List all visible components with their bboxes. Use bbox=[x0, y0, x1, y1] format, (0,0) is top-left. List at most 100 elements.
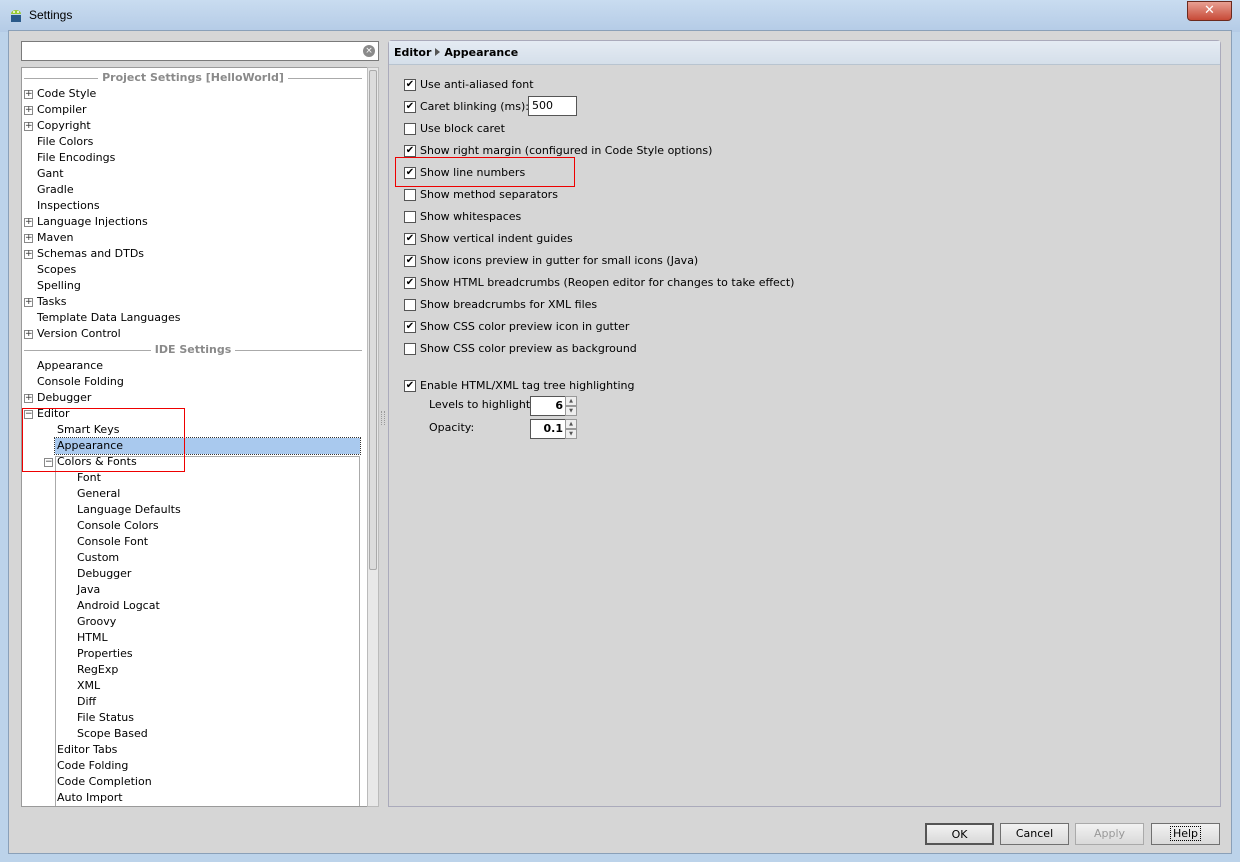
apply-button[interactable]: Apply bbox=[1075, 823, 1144, 845]
tree-scrollbar[interactable] bbox=[367, 67, 379, 807]
tree-item[interactable]: Scopes bbox=[35, 262, 320, 278]
tree-item-label: Editor Tabs bbox=[57, 743, 118, 756]
cancel-button[interactable]: Cancel bbox=[1000, 823, 1069, 845]
opacity-spinner[interactable]: ▲ ▼ bbox=[565, 419, 577, 439]
tree-item-label: Auto Import bbox=[57, 791, 123, 804]
spin-up-icon[interactable]: ▲ bbox=[565, 419, 577, 429]
tree-item[interactable]: HTML bbox=[75, 630, 320, 646]
tree-item[interactable]: Appearance bbox=[35, 358, 320, 374]
option-label: Show breadcrumbs for XML files bbox=[420, 298, 598, 311]
option-label: Show CSS color preview as background bbox=[420, 342, 637, 355]
scrollbar-thumb[interactable] bbox=[369, 70, 377, 570]
checkbox-checked-icon[interactable]: ✔ bbox=[404, 277, 416, 289]
expand-icon[interactable]: + bbox=[24, 122, 33, 131]
tree-item[interactable]: Console Colors bbox=[75, 518, 320, 534]
tree-item[interactable]: Gant bbox=[35, 166, 320, 182]
caret-blinking-input[interactable]: 500 bbox=[528, 96, 577, 116]
tree-item[interactable]: Gradle bbox=[35, 182, 320, 198]
checkbox-checked-icon[interactable]: ✔ bbox=[404, 321, 416, 333]
spin-down-icon[interactable]: ▼ bbox=[565, 429, 577, 439]
checkbox-checked-icon[interactable]: ✔ bbox=[404, 101, 416, 113]
tree-item[interactable]: Android Logcat bbox=[75, 598, 320, 614]
tree-item-label: Appearance bbox=[37, 359, 104, 372]
spin-down-icon[interactable]: ▼ bbox=[565, 406, 577, 416]
checkbox-checked-icon[interactable]: ✔ bbox=[404, 145, 416, 157]
expand-icon[interactable]: + bbox=[24, 394, 33, 403]
expand-icon[interactable]: + bbox=[24, 250, 33, 259]
ok-label: OK bbox=[951, 828, 968, 841]
tree-item[interactable]: Console Folding bbox=[35, 374, 320, 390]
tree-item[interactable]: + Schemas and DTDs bbox=[24, 246, 320, 262]
tree-item-label: Gant bbox=[37, 167, 64, 180]
tree-item[interactable]: Inspections bbox=[35, 198, 320, 214]
help-button[interactable]: Help bbox=[1151, 823, 1220, 845]
android-icon bbox=[11, 10, 21, 22]
tree-item[interactable]: RegExp bbox=[75, 662, 320, 678]
checkbox-unchecked-icon[interactable] bbox=[404, 211, 416, 223]
checkbox-checked-icon[interactable]: ✔ bbox=[404, 79, 416, 91]
checkbox-unchecked-icon[interactable] bbox=[404, 299, 416, 311]
opacity-label: Opacity: bbox=[429, 421, 475, 434]
tree-item[interactable]: File Encodings bbox=[35, 150, 320, 166]
tree-item[interactable]: Code Completion bbox=[55, 774, 320, 790]
tree-item-label: General bbox=[77, 487, 121, 500]
checkbox-checked-icon[interactable]: ✔ bbox=[404, 255, 416, 267]
checkbox-checked-icon[interactable]: ✔ bbox=[404, 380, 416, 392]
expand-icon[interactable]: + bbox=[24, 106, 33, 115]
tree-item[interactable]: + Compiler bbox=[24, 102, 320, 118]
tree-item[interactable]: Custom bbox=[75, 550, 320, 566]
search-input[interactable]: × bbox=[21, 41, 379, 61]
tree-item[interactable]: Auto Import bbox=[55, 790, 320, 806]
tree-item[interactable]: Properties bbox=[75, 646, 320, 662]
tree-item[interactable]: Diff bbox=[75, 694, 320, 710]
tree-item[interactable]: Font bbox=[75, 470, 320, 486]
tree-item[interactable]: Template Data Languages bbox=[35, 310, 320, 326]
tree-item[interactable]: + Copyright bbox=[24, 118, 320, 134]
tree-item[interactable]: + Tasks bbox=[24, 294, 320, 310]
opacity-input[interactable]: 0.1 bbox=[530, 419, 566, 439]
breadcrumb: Editor Appearance bbox=[389, 41, 1220, 65]
option-label: Caret blinking (ms): bbox=[420, 100, 529, 113]
tree-item-label: Language Defaults bbox=[77, 503, 181, 516]
expand-icon[interactable]: + bbox=[24, 234, 33, 243]
spin-up-icon[interactable]: ▲ bbox=[565, 396, 577, 406]
tree-item[interactable]: Code Folding bbox=[55, 758, 320, 774]
breadcrumb-editor: Editor bbox=[394, 46, 432, 59]
option-label: Show vertical indent guides bbox=[420, 232, 573, 245]
splitter-handle[interactable] bbox=[381, 411, 385, 425]
option-label: Show method separators bbox=[420, 188, 558, 201]
tree-item[interactable]: Debugger bbox=[75, 566, 320, 582]
tree-item[interactable]: Console Font bbox=[75, 534, 320, 550]
checkbox-unchecked-icon[interactable] bbox=[404, 343, 416, 355]
checkbox-checked-icon[interactable]: ✔ bbox=[404, 233, 416, 245]
checkbox-unchecked-icon[interactable] bbox=[404, 189, 416, 201]
tree-item[interactable]: Java bbox=[75, 582, 320, 598]
tree-item[interactable]: Scope Based bbox=[75, 726, 320, 742]
expand-icon[interactable]: + bbox=[24, 218, 33, 227]
tree-item[interactable]: + Code Style bbox=[24, 86, 320, 102]
expand-icon[interactable]: + bbox=[24, 298, 33, 307]
tree-item[interactable]: Editor Tabs bbox=[55, 742, 320, 758]
close-button[interactable]: ✕ bbox=[1187, 1, 1232, 21]
levels-spinner[interactable]: ▲ ▼ bbox=[565, 396, 577, 416]
ok-button[interactable]: OK bbox=[925, 823, 994, 845]
tree-item[interactable]: XML bbox=[75, 678, 320, 694]
tree-item[interactable]: + Debugger bbox=[24, 390, 320, 406]
tree-item[interactable]: + Version Control bbox=[24, 326, 320, 342]
expand-icon[interactable]: + bbox=[24, 90, 33, 99]
tree-item-label: Android Logcat bbox=[77, 599, 160, 612]
clear-search-icon[interactable]: × bbox=[363, 45, 375, 57]
tree-item-label: RegExp bbox=[77, 663, 119, 676]
tree-item[interactable]: + Maven bbox=[24, 230, 320, 246]
tree-item[interactable]: Groovy bbox=[75, 614, 320, 630]
tree-item[interactable]: Spelling bbox=[35, 278, 320, 294]
expand-icon[interactable]: + bbox=[24, 330, 33, 339]
checkbox-unchecked-icon[interactable] bbox=[404, 123, 416, 135]
highlight-box-line-numbers bbox=[395, 157, 575, 187]
tree-item[interactable]: File Status bbox=[75, 710, 320, 726]
tree-item[interactable]: File Colors bbox=[35, 134, 320, 150]
levels-input[interactable]: 6 bbox=[530, 396, 566, 416]
tree-item[interactable]: Language Defaults bbox=[75, 502, 320, 518]
tree-item[interactable]: + Language Injections bbox=[24, 214, 320, 230]
tree-item[interactable]: General bbox=[75, 486, 320, 502]
